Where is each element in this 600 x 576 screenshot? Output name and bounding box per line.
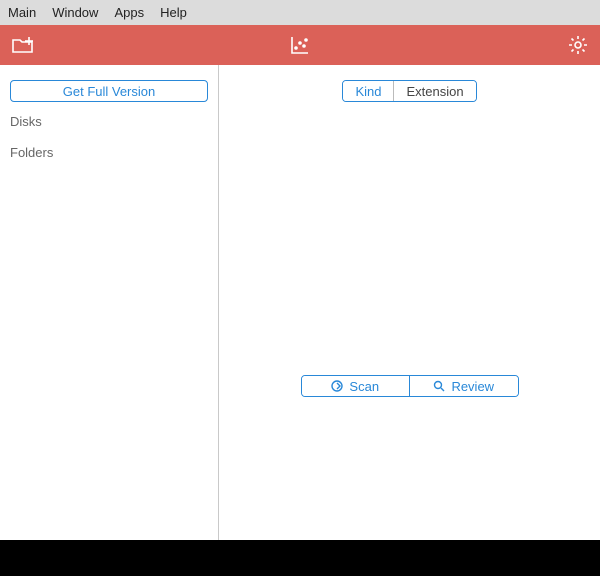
- chart-icon[interactable]: [290, 35, 310, 55]
- menu-window[interactable]: Window: [52, 5, 98, 20]
- menu-main[interactable]: Main: [8, 5, 36, 20]
- seg-extension[interactable]: Extension: [393, 81, 475, 101]
- bottom-bar: [0, 540, 600, 576]
- action-row: Scan Review: [301, 375, 519, 397]
- scan-icon: [331, 380, 343, 392]
- toolbar: [0, 25, 600, 65]
- menu-apps[interactable]: Apps: [114, 5, 144, 20]
- menubar: Main Window Apps Help: [0, 0, 600, 25]
- menu-help[interactable]: Help: [160, 5, 187, 20]
- review-button[interactable]: Review: [409, 376, 518, 396]
- sidebar-item-disks[interactable]: Disks: [10, 110, 208, 133]
- get-full-version-button[interactable]: Get Full Version: [10, 80, 208, 102]
- sidebar: Get Full Version Disks Folders: [0, 65, 219, 540]
- settings-icon[interactable]: [568, 35, 588, 55]
- seg-kind[interactable]: Kind: [343, 81, 393, 101]
- search-icon: [433, 380, 445, 392]
- main-panel: Kind Extension Scan Review: [219, 65, 600, 540]
- scan-button[interactable]: Scan: [302, 376, 410, 396]
- view-mode-segment: Kind Extension: [342, 80, 476, 102]
- sidebar-item-folders[interactable]: Folders: [10, 141, 208, 164]
- content: Get Full Version Disks Folders Kind Exte…: [0, 65, 600, 540]
- add-folder-icon[interactable]: [12, 35, 34, 55]
- review-button-label: Review: [451, 379, 494, 394]
- scan-button-label: Scan: [349, 379, 379, 394]
